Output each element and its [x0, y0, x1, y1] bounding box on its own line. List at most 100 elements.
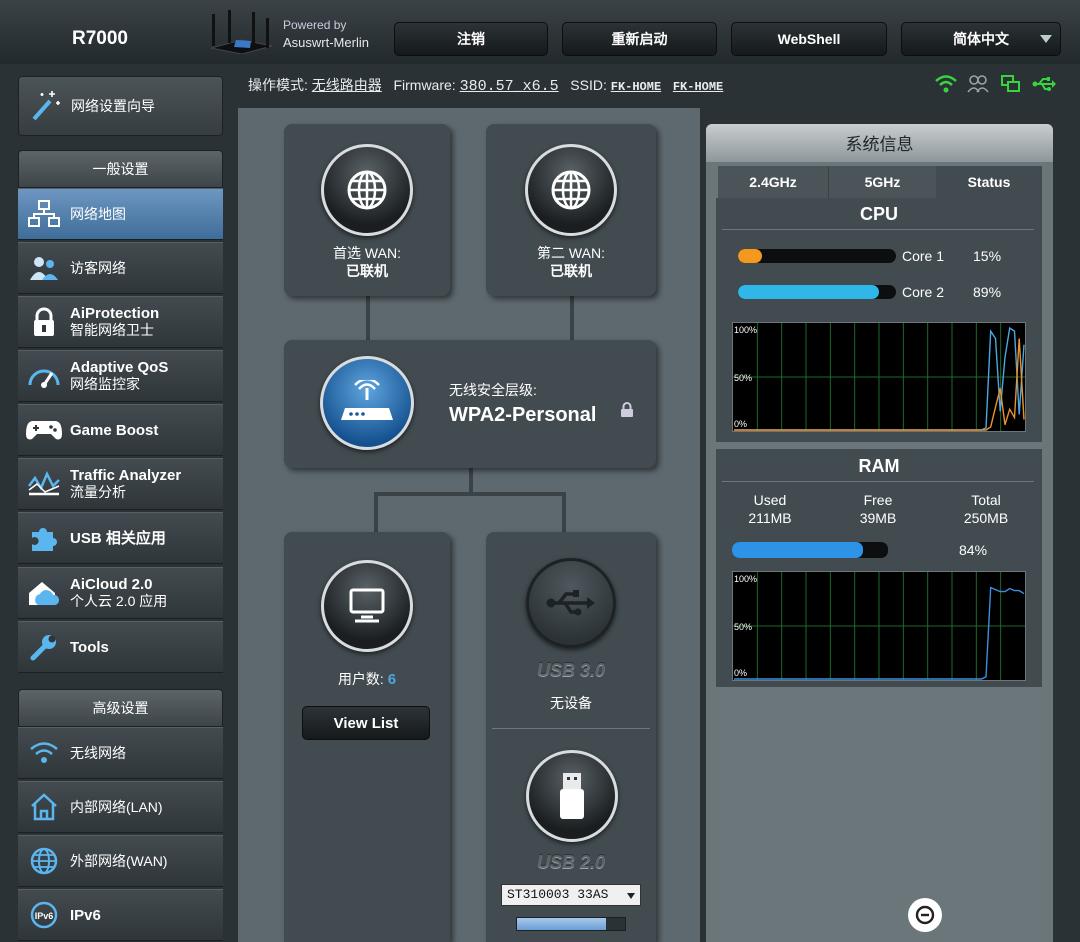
sidebar-item-network-map[interactable]: 网络地图	[18, 188, 223, 240]
ssid-label: SSID:	[570, 77, 607, 93]
model-name: R7000	[72, 28, 128, 49]
usb-card: USB 3.0 无设备 USB 2.0	[486, 532, 656, 942]
graph-label-0: 0%	[734, 419, 748, 429]
ram-free-label: Free	[863, 492, 893, 508]
wan2-status: 已联机	[550, 263, 592, 279]
globe-icon	[321, 144, 413, 236]
sidebar-item-game-boost[interactable]: Game Boost	[18, 404, 223, 456]
usb-icon[interactable]	[1032, 72, 1056, 96]
sidebar-item-wan[interactable]: 外部网络(WAN)	[18, 835, 223, 887]
network-map-icon	[18, 188, 70, 240]
advanced-settings-header: 高级设置	[18, 689, 223, 727]
security-level-label: 无线安全层级:	[449, 382, 537, 398]
mode-label: 操作模式:	[248, 77, 308, 93]
svg-text:IPv6: IPv6	[35, 911, 54, 921]
sidebar-item-aicloud[interactable]: AiCloud 2.0 个人云 2.0 应用	[18, 567, 223, 619]
ram-title: RAM	[858, 456, 900, 476]
webshell-button[interactable]: WebShell	[731, 22, 887, 56]
usb-drive-icon[interactable]	[526, 750, 618, 842]
sidebar-item-subtitle: 流量分析	[70, 484, 126, 500]
tab-5ghz[interactable]: 5GHz	[828, 166, 936, 198]
clients-label: 用户数:	[337, 671, 384, 687]
tab-status[interactable]: Status	[936, 166, 1042, 198]
sidebar-item-wireless[interactable]: 无线网络	[18, 727, 223, 779]
ram-graph: 100% 50% 0%	[732, 571, 1026, 681]
wan1-card[interactable]: 首选 WAN: 已联机	[284, 124, 450, 296]
language-select[interactable]: 简体中文	[901, 22, 1061, 56]
wan2-label: 第二 WAN:	[537, 245, 605, 261]
globe-icon	[525, 144, 617, 236]
sidebar-item-title: Adaptive QoS	[70, 359, 169, 376]
sidebar-item-ipv6[interactable]: IPv6 IPv6	[18, 889, 223, 941]
cpu-pane: CPU Core 1 15% Core 2 89% 100% 50% 0%	[716, 198, 1042, 442]
system-info-panel: 系统信息 2.4GHz 5GHz Status CPU Core 1 15% C…	[706, 124, 1053, 942]
graph-label-100: 100%	[734, 574, 758, 584]
divider	[722, 229, 1034, 230]
firmware-label: Firmware:	[393, 77, 456, 93]
sidebar-item-subtitle: 智能网络卫士	[70, 322, 154, 338]
ssid-link-2[interactable]: FK-HOME	[673, 80, 723, 94]
guest-icon	[18, 242, 70, 294]
sidebar-item-guest-network[interactable]: 访客网络	[18, 242, 223, 294]
security-level-value: WPA2-Personal	[449, 404, 597, 426]
watermark-logo-icon	[908, 898, 942, 932]
view-list-button[interactable]: View List	[302, 706, 430, 740]
graph-label-50: 50%	[734, 373, 753, 383]
sidebar-item-usb-apps[interactable]: USB 相关应用	[18, 512, 223, 564]
cloud-icon	[18, 567, 70, 619]
setup-wizard-button[interactable]: 网络设置向导	[18, 76, 223, 136]
ram-bar	[732, 542, 888, 558]
ram-total-value: 250MB	[963, 510, 1009, 526]
sidebar-item-subtitle: 网络监控家	[70, 376, 140, 392]
sidebar-item-aiprotection[interactable]: AiProtection 智能网络卫士	[18, 296, 223, 348]
clients-card: 用户数: 6 View List	[284, 532, 450, 942]
brand-label: Asuswrt-Merlin	[283, 35, 369, 50]
language-label: 简体中文	[953, 31, 1009, 47]
sidebar-item-title: AiCloud 2.0	[70, 576, 153, 593]
core1-percent: 15%	[973, 248, 1002, 264]
tab-2ghz[interactable]: 2.4GHz	[718, 166, 828, 198]
ipv6-icon: IPv6	[18, 889, 70, 941]
globe-icon	[18, 835, 70, 887]
system-info-title: 系统信息	[706, 124, 1053, 162]
ram-percent: 84%	[959, 542, 988, 558]
status-line: 操作模式: 无线路由器 Firmware: 380.57_x6.5 SSID: …	[248, 75, 723, 95]
sidebar-item-title: Traffic Analyzer	[70, 467, 182, 484]
lock-icon	[18, 296, 70, 348]
powered-by-label: Powered by	[283, 18, 347, 32]
wifi-icon	[18, 727, 70, 779]
ssid-link-1[interactable]: FK-HOME	[611, 80, 661, 94]
sidebar-item-label: 访客网络	[70, 259, 126, 276]
network-icon[interactable]	[999, 72, 1023, 96]
core1-label: Core 1	[902, 248, 945, 264]
computer-icon[interactable]	[321, 560, 413, 652]
wan2-card[interactable]: 第二 WAN: 已联机	[486, 124, 656, 296]
mode-link[interactable]: 无线路由器	[312, 77, 382, 93]
gauge-icon	[18, 350, 70, 402]
core2-percent: 89%	[973, 284, 1002, 300]
connector-line	[374, 492, 378, 532]
ram-used-value: 211MB	[748, 510, 792, 526]
firmware-link[interactable]: 380.57_x6.5	[460, 78, 559, 95]
logout-button[interactable]: 注销	[394, 22, 548, 56]
router-logo-icon	[210, 10, 273, 54]
sidebar-item-adaptive-qos[interactable]: Adaptive QoS 网络监控家	[18, 350, 223, 402]
core1-fill	[738, 249, 762, 263]
sidebar-item-title: AiProtection	[70, 305, 160, 322]
setup-wizard-label: 网络设置向导	[71, 97, 155, 114]
connector-line	[570, 296, 574, 340]
connector-line	[469, 468, 473, 494]
divider	[492, 728, 650, 729]
usb-device-select[interactable]: ST310003 33AS	[501, 884, 641, 906]
wifi-icon[interactable]	[934, 72, 958, 96]
reboot-button[interactable]: 重新启动	[562, 22, 717, 56]
usb-icon	[526, 558, 616, 648]
sidebar-item-traffic-analyzer[interactable]: Traffic Analyzer 流量分析	[18, 458, 223, 510]
sidebar-item-lan[interactable]: 内部网络(LAN)	[18, 781, 223, 833]
router-card[interactable]: 无线安全层级: WPA2-Personal	[284, 340, 656, 468]
users-icon[interactable]	[966, 72, 990, 96]
usb-usage-bar	[516, 917, 626, 931]
sidebar-item-label: 外部网络(WAN)	[70, 852, 168, 869]
core1-bar	[738, 249, 896, 263]
sidebar-item-tools[interactable]: Tools	[18, 621, 223, 673]
